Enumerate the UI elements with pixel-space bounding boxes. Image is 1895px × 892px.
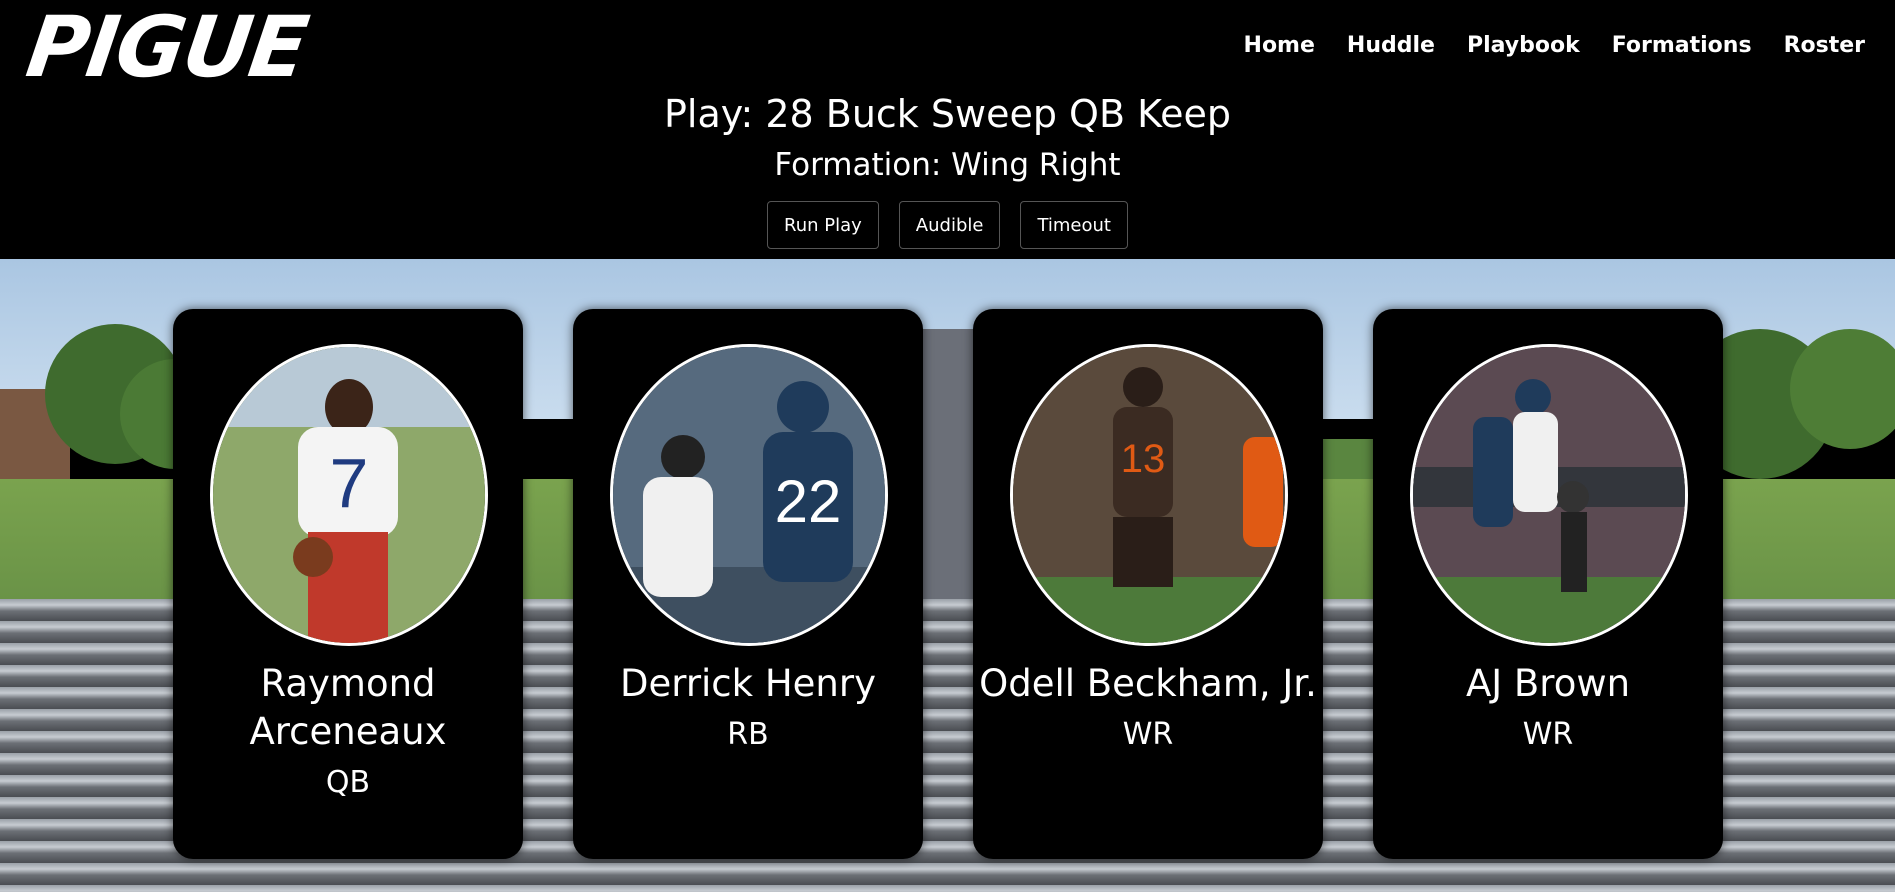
header: PIGUE Home Huddle Playbook Formations Ro… [0,0,1895,259]
player-name: AJ Brown [1465,662,1631,705]
player-card[interactable]: 22 Derrick Henry RB [573,309,923,859]
audible-button[interactable]: Audible [898,201,1001,249]
player-position: RB [727,717,769,752]
play-controls: Run Play Audible Timeout [0,201,1895,249]
player-photo-art: 22 [613,347,885,643]
player-name: Odell Beckham, Jr. [979,662,1317,705]
player-photo-art: 7 [213,347,485,643]
player-card[interactable]: 13 Odell Beckham, Jr. WR [973,309,1323,859]
player-name: Raymond Arceneaux [249,662,447,753]
svg-text:22: 22 [775,468,842,535]
player-photo: 22 [610,344,888,646]
nav-huddle[interactable]: Huddle [1347,26,1435,66]
player-name: Derrick Henry [620,662,876,705]
player-photo [1410,344,1688,646]
player-card[interactable]: 7 Raymond Arceneaux QB [173,309,523,859]
svg-text:13: 13 [1121,437,1166,481]
player-info: Odell Beckham, Jr. WR [973,660,1323,756]
nav-playbook[interactable]: Playbook [1467,26,1580,66]
player-position: QB [325,765,371,800]
run-play-button[interactable]: Run Play [767,201,879,249]
timeout-button[interactable]: Timeout [1020,201,1128,249]
player-position: WR [1522,717,1574,752]
player-photo-art [1413,347,1685,643]
formation-title: Formation: Wing Right [774,147,1121,183]
player-photo: 7 [210,344,488,646]
main-nav: Home Huddle Playbook Formations Roster [1212,26,1895,66]
player-info: Derrick Henry RB [573,660,923,756]
player-position: WR [1122,717,1174,752]
logo-text: PIGUE [21,0,313,96]
nav-formations[interactable]: Formations [1612,26,1752,66]
pigue-logo[interactable]: PIGUE [21,0,312,96]
play-title: Play: 28 Buck Sweep QB Keep [663,92,1232,136]
nav-roster[interactable]: Roster [1784,26,1865,66]
player-photo-art: 13 [1013,347,1285,643]
player-info: AJ Brown WR [1373,660,1723,756]
player-photo: 13 [1010,344,1288,646]
svg-text:7: 7 [330,444,369,522]
player-info: Raymond Arceneaux QB [173,660,523,804]
nav-home[interactable]: Home [1244,26,1315,66]
player-card[interactable]: AJ Brown WR [1373,309,1723,859]
